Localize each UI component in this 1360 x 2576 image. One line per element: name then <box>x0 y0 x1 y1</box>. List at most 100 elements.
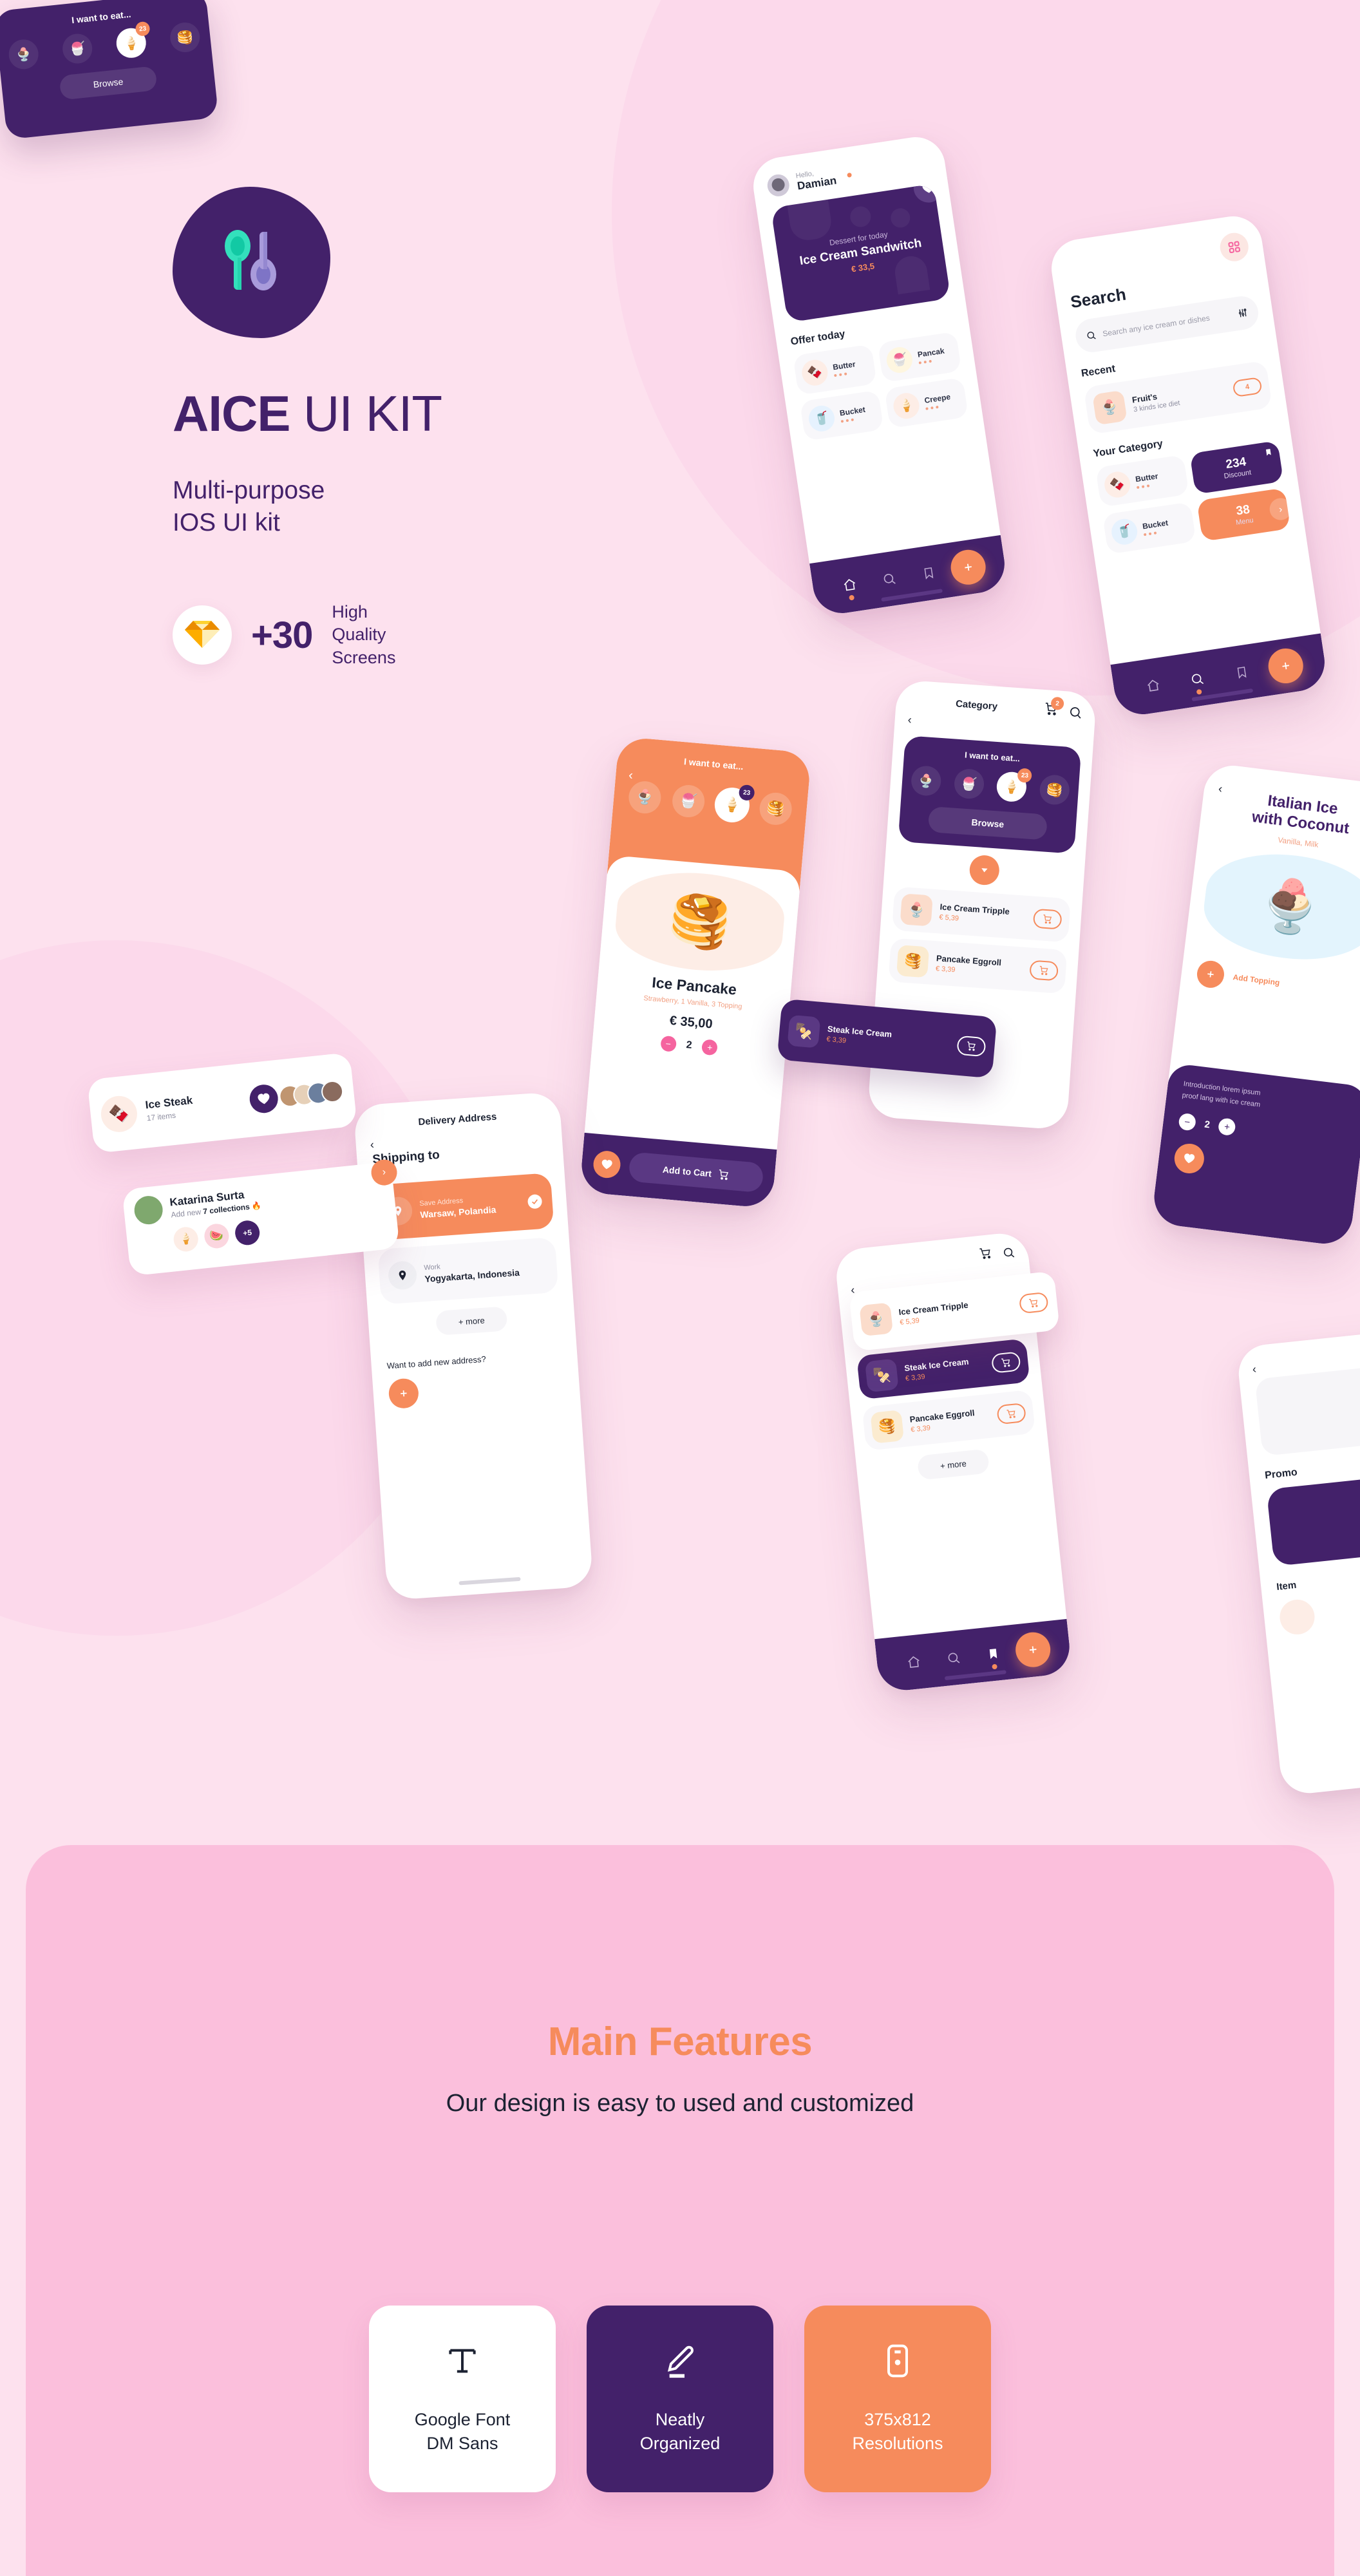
address-option[interactable]: Work Yogyakarta, Indonesia <box>377 1236 559 1305</box>
add-topping-row[interactable]: Add Topping <box>1195 959 1360 1007</box>
food-chip-active[interactable]: 🍦 23 <box>996 768 1033 803</box>
back-button[interactable]: ‹ <box>370 1138 374 1151</box>
offer-tile[interactable]: 🥤 Bucket <box>799 390 884 441</box>
food-chip[interactable]: 🍨 <box>7 38 40 71</box>
brand-name: AICE <box>173 385 290 442</box>
cart-button[interactable]: 2 <box>1043 696 1064 719</box>
increase-button[interactable]: + <box>701 1039 719 1056</box>
favorite-button[interactable] <box>248 1083 279 1114</box>
food-chip-active[interactable]: 🍦 23 <box>115 21 151 60</box>
nav-bookmark[interactable] <box>1218 662 1265 683</box>
heart-icon <box>922 184 934 193</box>
nav-search[interactable] <box>933 1649 974 1667</box>
add-to-cart-button[interactable] <box>956 1035 987 1057</box>
nav-bookmark[interactable] <box>908 563 950 583</box>
brand-suffix: UI KIT <box>290 385 442 442</box>
nav-search[interactable] <box>869 569 911 589</box>
favorite-button[interactable] <box>592 1150 622 1179</box>
add-to-cart-button[interactable] <box>990 1351 1021 1374</box>
avatar[interactable] <box>766 173 791 198</box>
add-to-cart-button[interactable] <box>1032 908 1062 930</box>
food-chip[interactable]: 🍨 <box>627 780 663 815</box>
nav-search[interactable] <box>1174 668 1220 695</box>
favorite-button[interactable] <box>911 184 945 205</box>
category-tile[interactable]: 🥤 Bucket <box>1102 502 1196 554</box>
category-tile[interactable]: 🍫 Butter <box>1095 454 1189 507</box>
food-chip[interactable]: 🥞 <box>1039 773 1071 806</box>
add-fab-icon[interactable] <box>948 547 988 587</box>
food-chip[interactable]: 🍨 <box>910 764 942 797</box>
offer-text: Bucket <box>839 405 867 423</box>
promo-card[interactable] <box>1266 1472 1360 1567</box>
phone-mockup-product-detail[interactable]: I want to eat... ‹ 🍨 🍧 🍦 23 🥞 🥞 Ice Panc… <box>579 736 812 1209</box>
browse-button[interactable]: Browse <box>927 806 1048 840</box>
decrease-button[interactable]: − <box>1178 1112 1197 1132</box>
search-icon[interactable] <box>1068 705 1082 719</box>
add-to-cart-button[interactable] <box>1029 960 1059 981</box>
dessert-hero-card[interactable]: Dessert for today Ice Cream Sandwitch € … <box>770 184 951 323</box>
bottom-navbar[interactable] <box>874 1618 1073 1693</box>
search-icon[interactable] <box>1001 1245 1015 1260</box>
category-page-title: Category <box>955 698 998 712</box>
add-fab-icon[interactable] <box>1014 1630 1052 1669</box>
category-dots <box>1136 483 1160 489</box>
offer-tile[interactable]: 🍧 Pancak <box>877 331 962 383</box>
more-button[interactable]: + more <box>916 1448 990 1481</box>
stat-card-discount[interactable]: 234 Discount <box>1189 440 1284 495</box>
offer-dots <box>918 357 946 365</box>
caption-line1: High <box>332 601 368 621</box>
nav-home[interactable] <box>893 1653 934 1671</box>
add-to-cart-button[interactable]: Add to Cart <box>628 1151 764 1193</box>
food-chip[interactable]: 🥞 <box>758 791 793 826</box>
browse-button[interactable]: Browse <box>59 66 158 100</box>
product-list-row[interactable]: 🍨 Ice Cream Tripple € 5,39 <box>891 886 1071 943</box>
address-option-selected[interactable]: Save Address Warsaw, Polandia <box>373 1173 554 1241</box>
nav-home[interactable] <box>1130 676 1176 696</box>
stat-card-menu[interactable]: 38 Menu › <box>1196 488 1293 542</box>
food-chip-active[interactable]: 🍦 23 <box>714 784 755 823</box>
nav-home[interactable] <box>829 575 871 601</box>
feature-card-font[interactable]: Google Font DM Sans <box>369 2306 556 2492</box>
mobile-device-icon <box>880 2343 916 2382</box>
more-collections-badge[interactable]: +5 <box>234 1219 261 1247</box>
member-avatars[interactable] <box>278 1079 345 1108</box>
add-topping-button[interactable] <box>1195 959 1226 989</box>
grid-menu-button[interactable] <box>1218 231 1251 263</box>
bottom-navbar[interactable] <box>1110 633 1329 719</box>
food-chip[interactable]: 🍧 <box>61 32 94 65</box>
add-address-button[interactable] <box>388 1378 420 1410</box>
cart-button[interactable] <box>978 1246 993 1264</box>
back-button[interactable]: ‹ <box>1252 1363 1257 1377</box>
product-text: Ice Cream Tripple € 5,39 <box>939 902 1026 927</box>
decrease-button[interactable]: − <box>659 1035 677 1052</box>
cart-icon <box>719 1169 729 1180</box>
increase-button[interactable]: + <box>1218 1117 1237 1137</box>
product-list-row[interactable]: 🥞 Pancake Eggroll € 3,39 <box>888 938 1068 994</box>
scroll-down-button[interactable] <box>968 854 1001 886</box>
add-to-cart-button[interactable] <box>1018 1291 1049 1314</box>
nav-add[interactable] <box>1012 1630 1055 1669</box>
more-button[interactable]: + more <box>435 1306 508 1336</box>
food-chip[interactable]: 🍧 <box>953 768 985 800</box>
cart-list-row[interactable]: 🥞 Pancake Eggroll € 3,39 <box>862 1389 1036 1451</box>
collection-chip[interactable]: 🍦 <box>172 1226 200 1253</box>
food-chip[interactable]: 🍧 <box>671 783 706 819</box>
phone-mockup-promo[interactable]: ‹ Promo Item <box>1236 1327 1360 1796</box>
add-fab-icon[interactable] <box>1266 646 1306 686</box>
feature-card-organized[interactable]: Neatly Organized <box>587 2306 773 2492</box>
add-to-cart-button[interactable] <box>996 1402 1027 1425</box>
offer-text: Creepe <box>924 392 952 410</box>
offer-tile[interactable]: 🍫 Butter <box>793 344 877 395</box>
nav-bookmark[interactable] <box>973 1645 1014 1670</box>
nav-add[interactable] <box>1261 645 1311 687</box>
phone-mockup-italian-ice[interactable]: ‹ Italian Ice with Coconut Vanilla, Milk… <box>1151 762 1360 1247</box>
card-want-to-eat[interactable]: I want to eat... 🍨 🍧 🍦 23 🥞 Browse <box>0 0 219 140</box>
favorite-button[interactable] <box>1173 1142 1206 1175</box>
feature-card-resolution[interactable]: 375x812 Resolutions <box>804 2306 991 2492</box>
nav-add[interactable] <box>946 547 990 588</box>
food-chip[interactable]: 🥞 <box>169 21 202 54</box>
add-to-cart-label: Add to Cart <box>662 1164 712 1179</box>
collection-chip[interactable]: 🍉 <box>203 1222 231 1250</box>
chevron-right-icon[interactable]: › <box>1268 497 1293 522</box>
offer-tile[interactable]: 🍦 Creepe <box>884 377 969 429</box>
